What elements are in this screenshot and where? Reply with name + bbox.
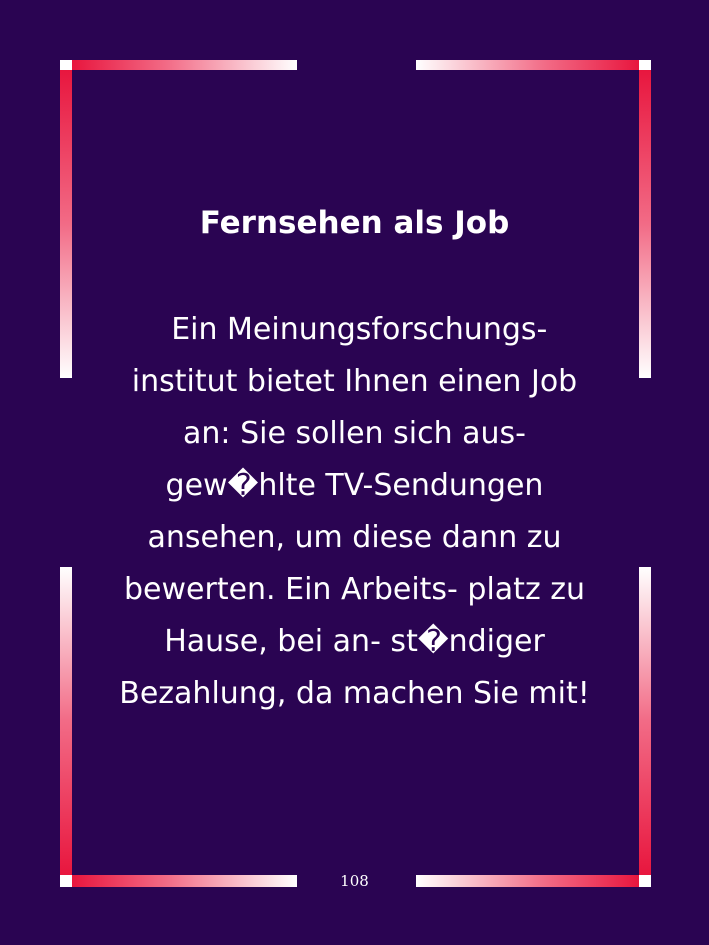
frame-top-right-bar <box>416 60 651 70</box>
body-line: bewerten. Ein Arbeits- platz zu <box>124 572 585 607</box>
page-title: Fernsehen als Job <box>199 205 510 241</box>
frame-top-left-bar <box>60 60 297 70</box>
body-paragraph: Ein Meinungsforschungs- institut bietet … <box>100 304 609 720</box>
body-line: Hause, bei an- st�ndiger <box>164 624 545 659</box>
page-number: 108 <box>340 872 369 890</box>
frame-left-lower-bar <box>60 567 72 875</box>
body-line: institut bietet Ihnen einen Job <box>131 364 578 399</box>
body-line: gew�hlte TV-Sendungen <box>165 468 544 503</box>
frame-right-lower-bar <box>639 567 651 875</box>
body-line: an: Sie sollen sich aus- <box>183 416 526 451</box>
body-line: Ein Meinungsforschungs- <box>161 312 548 347</box>
body-line: ansehen, um diese dann zu <box>147 520 562 555</box>
body-line: Bezahlung, da machen Sie mit! <box>119 676 590 711</box>
